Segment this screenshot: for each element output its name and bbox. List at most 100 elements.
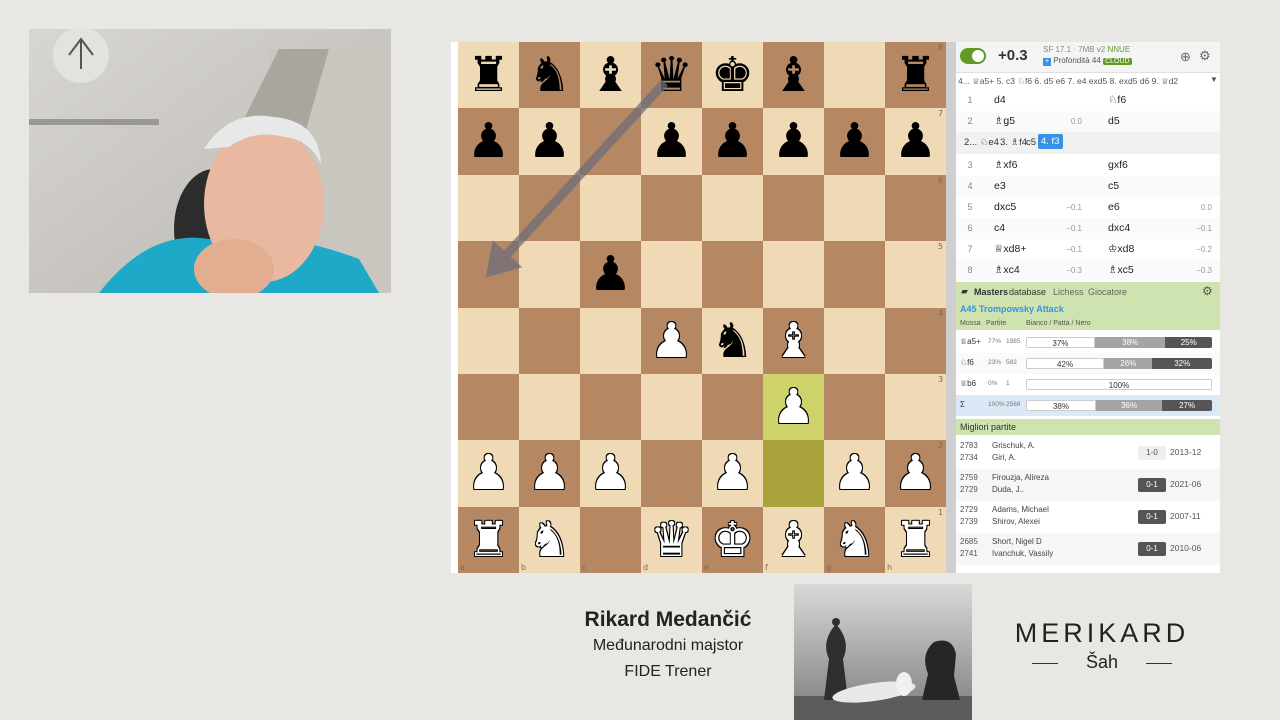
square-h5[interactable]: [885, 241, 946, 308]
black-move[interactable]: d5: [1108, 115, 1120, 127]
variation-line[interactable]: 2... ♘e4 3. ♗f4 c5 4. f3: [956, 132, 1220, 154]
square-a4[interactable]: [458, 307, 519, 374]
engine-pv-line[interactable]: 4... ♕a5+ 5. c3 ♘f6 6. d5 e6 7. e4 exd5 …: [956, 73, 1220, 89]
top-game-row[interactable]: 2759 2729 Firouzja, Alireza Duda, J.. 0-1 202…: [956, 469, 1220, 501]
black-piece-e4[interactable]: ♞: [702, 308, 763, 374]
white-piece-g1[interactable]: ♞: [824, 507, 885, 573]
square-b4[interactable]: [519, 307, 580, 374]
explorer-row[interactable]: Σ 100% 2568 38% 36% 27%: [956, 395, 1220, 416]
tab-giocatore[interactable]: Giocatore: [1088, 287, 1127, 297]
white-piece-d4[interactable]: ♟: [641, 308, 702, 374]
white-piece-d1[interactable]: ♛: [641, 507, 702, 573]
white-piece-h1[interactable]: ♜: [885, 507, 946, 573]
plus-icon[interactable]: +: [1043, 58, 1051, 66]
square-d6[interactable]: [641, 174, 702, 242]
square-f6[interactable]: [763, 174, 824, 242]
explorer-row[interactable]: ♕b6 0% 1 100%: [956, 374, 1220, 395]
square-b5[interactable]: [519, 241, 580, 308]
black-piece-c8[interactable]: ♝: [580, 42, 641, 108]
square-g4[interactable]: [824, 307, 885, 374]
black-piece-b8[interactable]: ♞: [519, 42, 580, 108]
black-piece-f8[interactable]: ♝: [763, 42, 824, 108]
white-piece-e2[interactable]: ♟: [702, 440, 763, 506]
square-g5[interactable]: [824, 241, 885, 308]
white-move[interactable]: e3: [994, 180, 1006, 192]
square-b6[interactable]: [519, 174, 580, 242]
explorer-move[interactable]: ♘f6: [960, 358, 974, 367]
black-move[interactable]: dxc4: [1108, 222, 1130, 234]
chess-board[interactable]: ♜ ♞ ♝ ♛ ♚ ♝ ♜ ♟ ♟ ♟ ♟ ♟ ♟ ♟ ♟ ♟ ♞ ♝ ♟ ♟ ♟ ♟ ♟ ♟ ♟ ♜ ♞ ♛ ♚ ♝ ♞ ♜ 8 7 6 5 4 3 2 1…: [458, 42, 946, 574]
tab-masters[interactable]: Masters: [974, 287, 1008, 297]
current-move[interactable]: 4. f3: [1038, 134, 1063, 149]
black-move[interactable]: ♘f6: [1108, 94, 1126, 106]
black-move[interactable]: e6: [1108, 201, 1120, 213]
square-c7[interactable]: [580, 108, 641, 175]
explorer-move[interactable]: ♕a5+: [960, 337, 981, 346]
square-c3[interactable]: [580, 374, 641, 441]
square-f5[interactable]: [763, 241, 824, 308]
top-game-row[interactable]: 2729 2739 Adams, Michael Shirov, Alexei 0-1 2…: [956, 501, 1220, 533]
black-move[interactable]: c5: [1108, 180, 1119, 192]
chevron-down-icon[interactable]: ▼: [1210, 75, 1218, 84]
explorer-move[interactable]: ♕b6: [960, 379, 976, 388]
white-piece-g2[interactable]: ♟: [824, 440, 885, 506]
square-a3[interactable]: [458, 374, 519, 441]
target-icon[interactable]: ⊕: [1180, 49, 1191, 65]
white-move[interactable]: c4: [994, 222, 1005, 234]
white-piece-a1[interactable]: ♜: [458, 507, 519, 573]
white-piece-f4[interactable]: ♝: [763, 308, 824, 374]
white-piece-c2[interactable]: ♟: [580, 440, 641, 506]
black-move[interactable]: gxf6: [1108, 159, 1128, 171]
explorer-row[interactable]: ♕a5+ 77% 1985 37% 38% 25%: [956, 332, 1220, 353]
square-a6[interactable]: [458, 174, 519, 242]
square-e3[interactable]: [702, 374, 763, 441]
square-h6[interactable]: [885, 174, 946, 242]
white-piece-a2[interactable]: ♟: [458, 440, 519, 506]
top-game-row[interactable]: 2783 2734 Grischuk, A. Giri, A. 1-0 2013-12: [956, 437, 1220, 469]
tab-lichess[interactable]: Lichess: [1053, 287, 1084, 297]
square-c4[interactable]: [580, 307, 641, 374]
black-piece-a7[interactable]: ♟: [458, 108, 519, 174]
white-move[interactable]: d4: [994, 94, 1006, 106]
square-c1[interactable]: [580, 506, 641, 574]
square-d3[interactable]: [641, 374, 702, 441]
black-piece-e7[interactable]: ♟: [702, 108, 763, 174]
engine-toggle[interactable]: [960, 48, 986, 64]
black-move[interactable]: ♔xd8: [1108, 243, 1134, 255]
tab-database[interactable]: database: [1009, 287, 1046, 297]
black-piece-h7[interactable]: ♟: [885, 108, 946, 174]
white-move[interactable]: dxc5: [994, 201, 1016, 213]
black-piece-b7[interactable]: ♟: [519, 108, 580, 174]
white-piece-b1[interactable]: ♞: [519, 507, 580, 573]
white-move[interactable]: ♗g5: [994, 115, 1015, 127]
black-piece-d7[interactable]: ♟: [641, 108, 702, 174]
gear-icon[interactable]: ⚙: [1199, 48, 1211, 64]
black-piece-d8[interactable]: ♛: [641, 42, 702, 108]
square-g6[interactable]: [824, 174, 885, 242]
black-piece-h8[interactable]: ♜: [885, 42, 946, 108]
square-h3[interactable]: [885, 374, 946, 441]
white-piece-h2[interactable]: ♟: [885, 440, 946, 506]
square-h4[interactable]: [885, 307, 946, 374]
white-move[interactable]: ♗xf6: [994, 159, 1017, 171]
square-b3[interactable]: [519, 374, 580, 441]
square-f2[interactable]: [763, 440, 824, 507]
square-d5[interactable]: [641, 241, 702, 308]
white-piece-f1[interactable]: ♝: [763, 507, 824, 573]
black-piece-g7[interactable]: ♟: [824, 108, 885, 174]
black-piece-a8[interactable]: ♜: [458, 42, 519, 108]
square-d2[interactable]: [641, 440, 702, 507]
explorer-move[interactable]: Σ: [960, 400, 965, 409]
black-piece-f7[interactable]: ♟: [763, 108, 824, 174]
square-e5[interactable]: [702, 241, 763, 308]
top-game-row[interactable]: 2685 2741 Short, Nigel D Ivanchuk, Vassily 0…: [956, 533, 1220, 565]
explorer-gear-icon[interactable]: ⚙: [1202, 284, 1213, 298]
square-g8[interactable]: [824, 42, 885, 109]
black-piece-c5[interactable]: ♟: [580, 241, 641, 307]
square-e6[interactable]: [702, 174, 763, 242]
square-g3[interactable]: [824, 374, 885, 441]
black-piece-e8[interactable]: ♚: [702, 42, 763, 108]
white-piece-e1[interactable]: ♚: [702, 507, 763, 573]
white-piece-f3[interactable]: ♟: [763, 374, 824, 440]
black-move[interactable]: ♗xc5: [1108, 264, 1134, 276]
